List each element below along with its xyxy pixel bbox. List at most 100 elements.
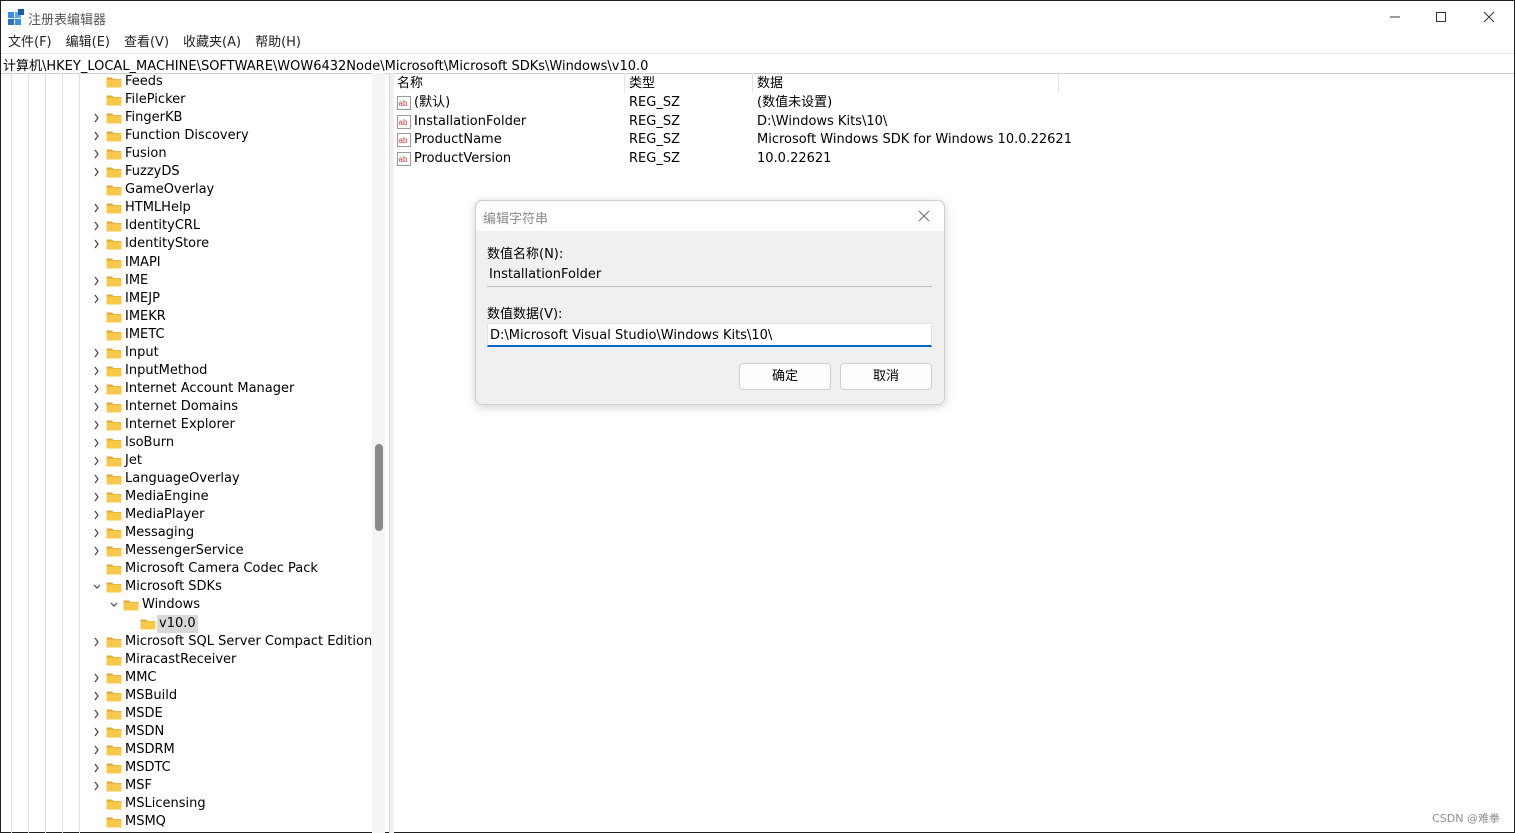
dialog-close-icon[interactable] (916, 208, 932, 224)
chevron-right-icon[interactable] (91, 416, 103, 434)
tree-node-label[interactable]: IMETC (123, 326, 167, 344)
column-separator[interactable] (1058, 73, 1059, 93)
tree-node-label[interactable]: InputMethod (123, 362, 209, 380)
tree-node-label[interactable]: Fusion (123, 145, 169, 163)
tree-node-label[interactable]: MSDRM (123, 741, 177, 759)
address-bar[interactable]: 计算机\HKEY_LOCAL_MACHINE\SOFTWARE\WOW6432N… (1, 53, 1514, 74)
chevron-down-icon[interactable] (91, 578, 103, 596)
tree-node-label[interactable]: MSDE (123, 705, 165, 723)
chevron-right-icon[interactable] (91, 109, 103, 127)
column-header-data[interactable]: 数据 (757, 75, 783, 93)
tree-node-label[interactable]: MiracastReceiver (123, 651, 238, 669)
tree-node-label[interactable]: Microsoft Camera Codec Pack (123, 560, 320, 578)
column-header-name[interactable]: 名称 (397, 75, 423, 93)
cancel-button[interactable]: 取消 (840, 363, 932, 390)
chevron-right-icon[interactable] (91, 470, 103, 488)
tree-node-label[interactable]: Windows (140, 596, 202, 614)
tree-node-label[interactable]: MediaPlayer (123, 506, 207, 524)
value-row[interactable]: ab ProductVersion REG_SZ 10.0.22621 (394, 150, 1514, 168)
chevron-right-icon[interactable] (91, 669, 103, 687)
tree-node-label[interactable]: IMEKR (123, 308, 168, 326)
chevron-right-icon[interactable] (91, 687, 103, 705)
column-separator[interactable] (752, 73, 753, 93)
maximize-button[interactable] (1418, 1, 1464, 33)
chevron-right-icon[interactable] (91, 362, 103, 380)
value-data-input[interactable]: D:\Microsoft Visual Studio\Windows Kits\… (487, 323, 932, 347)
menu-file[interactable]: 文件(F) (1, 33, 59, 53)
chevron-right-icon[interactable] (91, 290, 103, 308)
tree-node-label[interactable]: Microsoft SQL Server Compact Edition (123, 633, 374, 651)
chevron-right-icon[interactable] (91, 633, 103, 651)
tree-node-label[interactable]: Function Discovery (123, 127, 251, 145)
chevron-right-icon[interactable] (91, 777, 103, 795)
ok-button[interactable]: 确定 (739, 363, 831, 390)
tree-node-label[interactable]: HTMLHelp (123, 199, 193, 217)
menu-view[interactable]: 查看(V) (117, 33, 176, 53)
folder-icon (106, 655, 122, 666)
chevron-right-icon[interactable] (91, 199, 103, 217)
chevron-right-icon[interactable] (91, 741, 103, 759)
tree-node-label[interactable]: IdentityStore (123, 235, 211, 253)
tree-node-label[interactable]: Internet Account Manager (123, 380, 296, 398)
tree-node-label[interactable]: IME (123, 272, 150, 290)
tree-node-label[interactable]: FingerKB (123, 109, 184, 127)
tree-node-label[interactable]: MMC (123, 669, 159, 687)
tree-node-label[interactable]: Internet Domains (123, 398, 240, 416)
tree-node-label[interactable]: v10.0 (157, 614, 198, 633)
tree-node-label[interactable]: Internet Explorer (123, 416, 237, 434)
tree-scrollbar-thumb[interactable] (375, 444, 383, 531)
chevron-right-icon[interactable] (91, 235, 103, 253)
column-separator[interactable] (624, 73, 625, 93)
tree-node-label[interactable]: IMEJP (123, 290, 162, 308)
tree-node-label[interactable]: GameOverlay (123, 181, 216, 199)
chevron-right-icon[interactable] (91, 452, 103, 470)
tree-node-label[interactable]: MSDN (123, 723, 166, 741)
tree-node-label[interactable]: IdentityCRL (123, 217, 202, 235)
tree-node-label[interactable]: MediaEngine (123, 488, 211, 506)
chevron-down-icon[interactable] (108, 596, 120, 614)
menu-help[interactable]: 帮助(H) (248, 33, 308, 53)
tree-node-label[interactable]: IMAPI (123, 254, 163, 272)
tree-node-label[interactable]: MSMQ (123, 813, 168, 831)
chevron-right-icon[interactable] (91, 488, 103, 506)
tree-node-label[interactable]: MSF (123, 777, 154, 795)
chevron-right-icon[interactable] (91, 217, 103, 235)
maximize-icon (1436, 12, 1446, 22)
tree-node-label[interactable]: Input (123, 344, 161, 362)
chevron-right-icon[interactable] (91, 145, 103, 163)
chevron-right-icon[interactable] (91, 723, 103, 741)
chevron-right-icon[interactable] (91, 272, 103, 290)
minimize-button[interactable] (1372, 1, 1418, 33)
column-header-type[interactable]: 类型 (629, 75, 655, 93)
close-button[interactable] (1466, 1, 1512, 33)
chevron-right-icon[interactable] (91, 705, 103, 723)
tree-node-label[interactable]: FilePicker (123, 91, 187, 109)
chevron-right-icon[interactable] (91, 434, 103, 452)
tree-node-label[interactable]: FuzzyDS (123, 163, 182, 181)
menu-favorites[interactable]: 收藏夹(A) (176, 33, 248, 53)
chevron-right-icon[interactable] (91, 163, 103, 181)
tree-node-label[interactable]: Jet (123, 452, 144, 470)
value-row[interactable]: ab (默认) REG_SZ (数值未设置) (394, 94, 1514, 112)
tree-node-label[interactable]: MessengerService (123, 542, 246, 560)
chevron-right-icon[interactable] (91, 127, 103, 145)
tree-node-label[interactable]: Feeds (123, 73, 165, 91)
tree-node-label[interactable]: Messaging (123, 524, 196, 542)
chevron-right-icon[interactable] (91, 506, 103, 524)
address-path[interactable]: 计算机\HKEY_LOCAL_MACHINE\SOFTWARE\WOW6432N… (3, 55, 648, 74)
tree-node-label[interactable]: MSLicensing (123, 795, 208, 813)
value-row[interactable]: ab ProductName REG_SZ Microsoft Windows SDK… (394, 131, 1514, 149)
chevron-right-icon[interactable] (91, 344, 103, 362)
tree-node-label[interactable]: MSBuild (123, 687, 179, 705)
chevron-right-icon[interactable] (91, 759, 103, 777)
chevron-right-icon[interactable] (91, 398, 103, 416)
chevron-right-icon[interactable] (91, 380, 103, 398)
tree-node-label[interactable]: Microsoft SDKs (123, 578, 224, 596)
tree-node-label[interactable]: MSDTC (123, 759, 173, 777)
value-row[interactable]: ab InstallationFolder REG_SZ D:\Windows Kit… (394, 113, 1514, 131)
chevron-right-icon[interactable] (91, 542, 103, 560)
menu-edit[interactable]: 编辑(E) (59, 33, 117, 53)
tree-node-label[interactable]: IsoBurn (123, 434, 176, 452)
chevron-right-icon[interactable] (91, 524, 103, 542)
tree-node-label[interactable]: LanguageOverlay (123, 470, 242, 488)
